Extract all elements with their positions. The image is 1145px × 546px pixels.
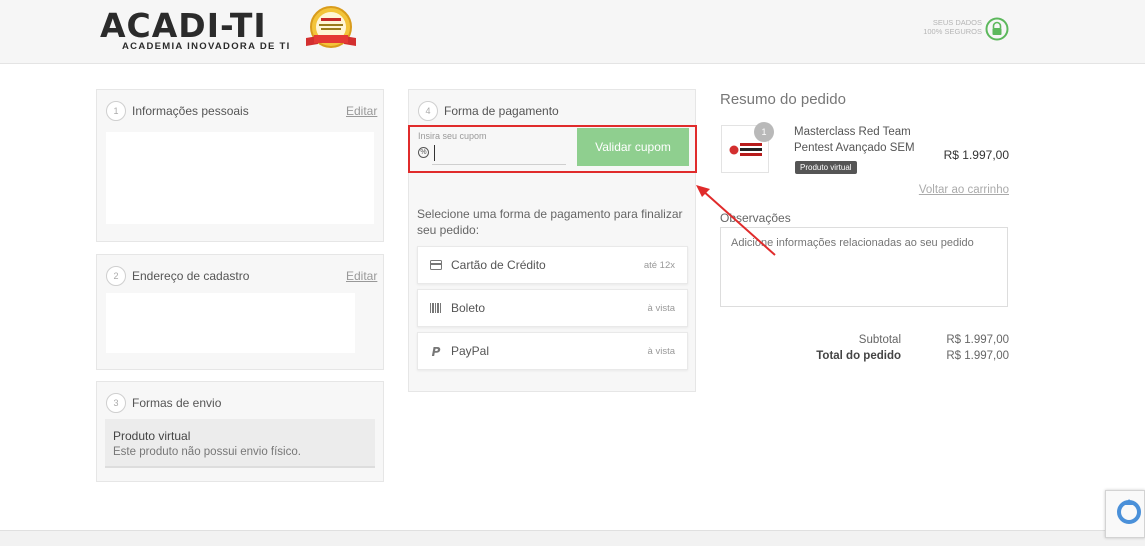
panel-title: Forma de pagamento <box>444 104 559 118</box>
validate-coupon-button[interactable]: Validar cupom <box>577 128 689 166</box>
subtotal-value: R$ 1.997,00 <box>946 334 1009 346</box>
page-footer <box>0 530 1145 546</box>
edit-personal-link[interactable]: Editar <box>346 104 377 118</box>
quantity-badge: 1 <box>754 122 774 142</box>
step-number: 3 <box>106 393 126 413</box>
shipping-option-desc: Este produto não possui envio físico. <box>113 446 301 458</box>
notes-textarea[interactable] <box>720 227 1008 307</box>
panel-title: Informações pessoais <box>132 104 249 118</box>
logo[interactable]: ACADI-TI <box>100 6 267 45</box>
step-number: 4 <box>418 101 438 121</box>
payment-option-label: Cartão de Crédito <box>451 258 546 272</box>
coupon-section: Insira seu cupom % Validar cupom <box>408 125 697 173</box>
secure-line-1: SEUS DADOS <box>932 18 982 27</box>
secure-data-notice: SEUS DADOS 100% SEGUROS <box>916 18 982 36</box>
payment-option-label: PayPal <box>451 344 490 358</box>
panel-title: Formas de envio <box>132 396 222 410</box>
coupon-label: Insira seu cupom <box>418 131 487 141</box>
recaptcha-badge[interactable] <box>1105 490 1145 538</box>
payment-option-note: até 12x <box>643 260 675 271</box>
edit-address-link[interactable]: Editar <box>346 269 377 283</box>
product-price: R$ 1.997,00 <box>943 148 1009 162</box>
shipping-option[interactable]: Produto virtual Este produto não possui … <box>105 419 375 468</box>
payment-option-note: à vista <box>647 303 675 314</box>
panel-title: Endereço de cadastro <box>132 269 250 283</box>
paypal-icon: P <box>431 345 441 359</box>
recaptcha-icon <box>1117 499 1141 524</box>
order-summary-title: Resumo do pedido <box>720 91 846 108</box>
payment-option-credit-card[interactable]: Cartão de Crédito até 12x <box>417 246 688 284</box>
product-name: Masterclass Red Team Pentest Avançado SE… <box>794 126 915 154</box>
page-header: ACADI-TI ACADEMIA INOVADORA DE TI SEUS D… <box>0 0 1145 64</box>
payment-option-boleto[interactable]: Boleto à vista <box>417 289 688 327</box>
coupon-percent-icon: % <box>418 147 429 158</box>
payment-option-label: Boleto <box>451 301 486 315</box>
barcode-icon <box>429 302 443 316</box>
total-label: Total do pedido <box>816 350 901 362</box>
coupon-input[interactable] <box>432 143 566 165</box>
product-image <box>729 143 762 156</box>
redacted-address <box>106 293 355 353</box>
payment-prompt: Selecione uma forma de pagamento para fi… <box>417 207 683 237</box>
product-type-badge: Produto virtual <box>795 161 857 174</box>
lock-icon <box>985 17 1009 41</box>
back-to-cart-link[interactable]: Voltar ao carrinho <box>919 184 1009 196</box>
payment-option-note: à vista <box>647 346 675 357</box>
address-panel: 2 Endereço de cadastro Editar <box>96 254 384 370</box>
shipping-option-title: Produto virtual <box>113 429 191 443</box>
secure-line-2: 100% SEGUROS <box>923 27 982 36</box>
credit-card-icon <box>429 259 443 273</box>
step-number: 2 <box>106 266 126 286</box>
ec-council-seal-icon <box>306 6 356 48</box>
total-value: R$ 1.997,00 <box>946 350 1009 362</box>
text-caret <box>434 145 435 161</box>
payment-option-paypal[interactable]: P PayPal à vista <box>417 332 688 370</box>
personal-info-panel: 1 Informações pessoais Editar <box>96 89 384 242</box>
step-number: 1 <box>106 101 126 121</box>
subtotal-label: Subtotal <box>858 334 901 346</box>
notes-label: Observações <box>720 211 791 225</box>
logo-tagline: ACADEMIA INOVADORA DE TI <box>122 41 291 52</box>
redacted-personal-info <box>106 132 374 224</box>
